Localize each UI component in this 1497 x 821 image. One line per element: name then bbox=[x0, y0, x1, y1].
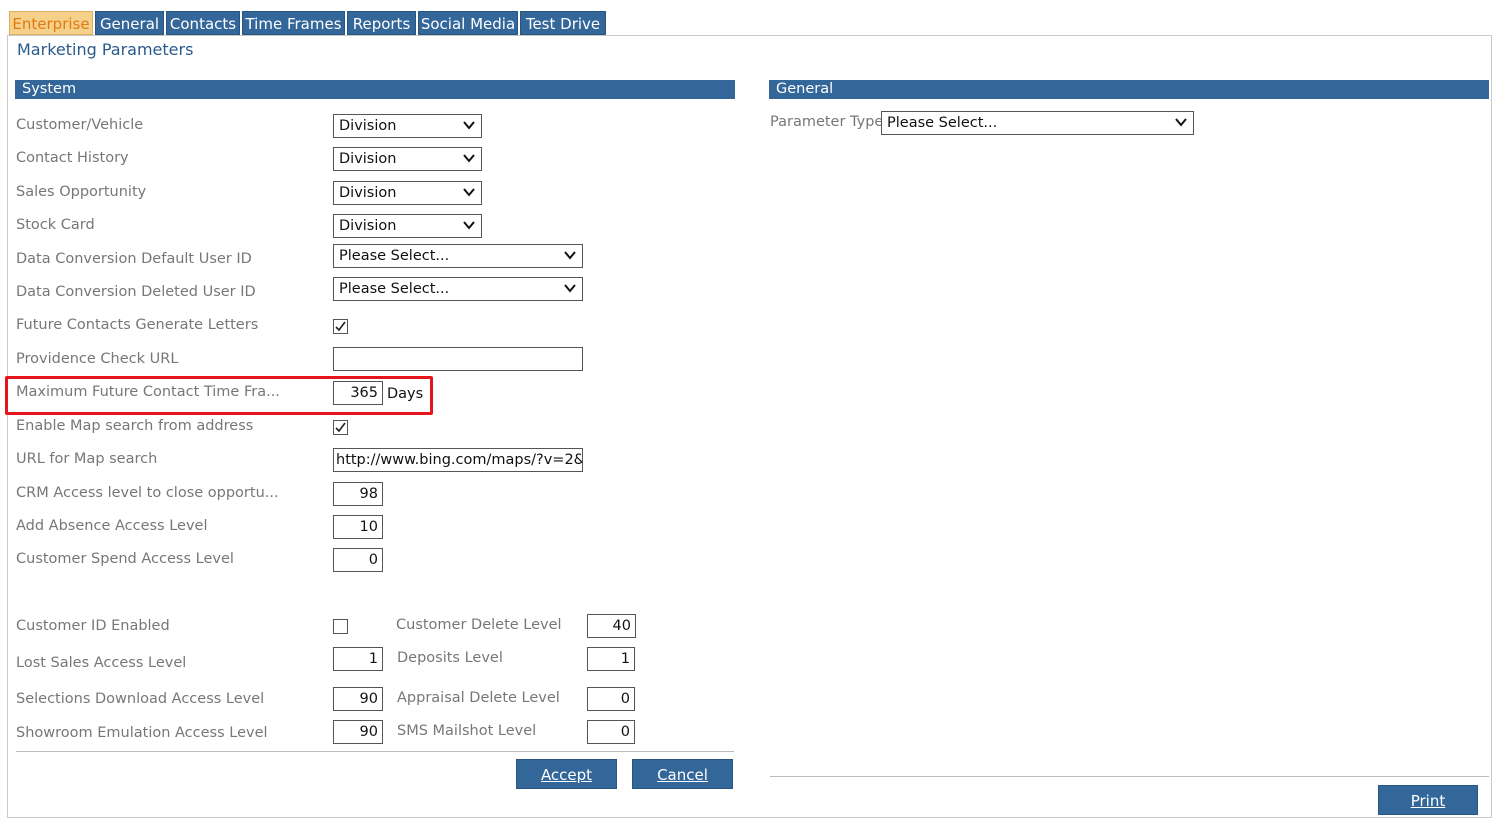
future-contacts-letters-label: Future Contacts Generate Letters bbox=[16, 317, 259, 333]
map-url-label: URL for Map search bbox=[16, 451, 158, 467]
parameter-type-value: Please Select... bbox=[887, 115, 998, 131]
tab-test-drive[interactable]: Test Drive bbox=[520, 11, 606, 35]
customer-delete-label: Customer Delete Level bbox=[396, 617, 562, 633]
max-future-contact-unit: Days bbox=[387, 386, 424, 402]
sales-opportunity-select[interactable]: Division bbox=[333, 181, 482, 205]
parameter-type-label: Parameter Type bbox=[770, 114, 884, 130]
customer-spend-label: Customer Spend Access Level bbox=[16, 551, 234, 567]
checkmark-icon bbox=[335, 422, 346, 433]
dc-default-user-select[interactable]: Please Select... bbox=[333, 244, 583, 268]
sales-opportunity-label: Sales Opportunity bbox=[16, 184, 147, 200]
sms-mailshot-input[interactable]: 0 bbox=[587, 720, 635, 744]
stock-card-label: Stock Card bbox=[16, 217, 95, 233]
chevron-down-icon bbox=[463, 121, 475, 130]
tab-general[interactable]: General bbox=[95, 11, 164, 35]
cancel-button[interactable]: Cancel bbox=[632, 759, 733, 789]
showroom-emulation-input[interactable]: 90 bbox=[333, 720, 383, 744]
tab-time-frames[interactable]: Time Frames bbox=[242, 11, 345, 35]
enable-map-search-checkbox[interactable] bbox=[333, 420, 348, 435]
customer-delete-input[interactable]: 40 bbox=[587, 614, 636, 638]
customer-vehicle-value: Division bbox=[339, 118, 397, 134]
chevron-down-icon bbox=[463, 188, 475, 197]
customer-id-enabled-checkbox[interactable] bbox=[333, 619, 348, 634]
lost-sales-input[interactable]: 1 bbox=[333, 647, 383, 671]
max-future-contact-label: Maximum Future Contact Time Fra... bbox=[16, 384, 280, 400]
deposits-label: Deposits Level bbox=[397, 650, 503, 666]
selections-download-input[interactable]: 90 bbox=[333, 687, 383, 711]
system-divider bbox=[16, 751, 734, 752]
providence-url-input[interactable] bbox=[333, 347, 583, 371]
providence-url-label: Providence Check URL bbox=[16, 351, 179, 367]
customer-spend-input[interactable]: 0 bbox=[333, 548, 383, 572]
appraisal-delete-input[interactable]: 0 bbox=[587, 687, 635, 711]
accept-button[interactable]: Accept bbox=[516, 759, 617, 789]
dc-deleted-user-label: Data Conversion Deleted User ID bbox=[16, 284, 256, 300]
map-url-input[interactable]: http://www.bing.com/maps/?v=2&w bbox=[333, 448, 583, 472]
selections-download-label: Selections Download Access Level bbox=[16, 691, 265, 707]
lost-sales-label: Lost Sales Access Level bbox=[16, 655, 187, 671]
chevron-down-icon bbox=[564, 284, 576, 293]
parameter-type-select[interactable]: Please Select... bbox=[881, 111, 1194, 135]
dc-default-user-value: Please Select... bbox=[339, 248, 450, 264]
contact-history-value: Division bbox=[339, 151, 397, 167]
add-absence-label: Add Absence Access Level bbox=[16, 518, 208, 534]
tab-enterprise[interactable]: Enterprise bbox=[9, 11, 93, 35]
checkmark-icon bbox=[335, 321, 346, 332]
contact-history-label: Contact History bbox=[16, 150, 129, 166]
customer-vehicle-select[interactable]: Division bbox=[333, 114, 482, 138]
showroom-emulation-label: Showroom Emulation Access Level bbox=[16, 725, 268, 741]
dc-deleted-user-select[interactable]: Please Select... bbox=[333, 277, 583, 301]
enable-map-search-label: Enable Map search from address bbox=[16, 418, 254, 434]
chevron-down-icon bbox=[463, 221, 475, 230]
appraisal-delete-label: Appraisal Delete Level bbox=[397, 690, 560, 706]
system-section-header: System bbox=[15, 80, 735, 99]
print-button[interactable]: Print bbox=[1378, 785, 1478, 815]
customer-vehicle-label: Customer/Vehicle bbox=[16, 117, 144, 133]
tab-contacts[interactable]: Contacts bbox=[166, 11, 240, 35]
crm-access-close-input[interactable]: 98 bbox=[333, 482, 383, 506]
tab-social-media[interactable]: Social Media bbox=[418, 11, 518, 35]
chevron-down-icon bbox=[564, 251, 576, 260]
stock-card-select[interactable]: Division bbox=[333, 214, 482, 238]
chevron-down-icon bbox=[1175, 118, 1187, 127]
add-absence-input[interactable]: 10 bbox=[333, 515, 383, 539]
stock-card-value: Division bbox=[339, 218, 397, 234]
tab-reports[interactable]: Reports bbox=[347, 11, 416, 35]
max-future-contact-input[interactable]: 365 bbox=[333, 381, 383, 405]
dc-deleted-user-value: Please Select... bbox=[339, 281, 450, 297]
general-divider bbox=[770, 776, 1489, 777]
future-contacts-letters-checkbox[interactable] bbox=[333, 319, 348, 334]
page-title: Marketing Parameters bbox=[17, 40, 194, 59]
general-section-header: General bbox=[769, 80, 1489, 99]
crm-access-close-label: CRM Access level to close opportu... bbox=[16, 485, 279, 501]
sales-opportunity-value: Division bbox=[339, 185, 397, 201]
deposits-input[interactable]: 1 bbox=[587, 647, 635, 671]
chevron-down-icon bbox=[463, 154, 475, 163]
contact-history-select[interactable]: Division bbox=[333, 147, 482, 171]
sms-mailshot-label: SMS Mailshot Level bbox=[397, 723, 537, 739]
dc-default-user-label: Data Conversion Default User ID bbox=[16, 251, 252, 267]
customer-id-enabled-label: Customer ID Enabled bbox=[16, 618, 170, 634]
